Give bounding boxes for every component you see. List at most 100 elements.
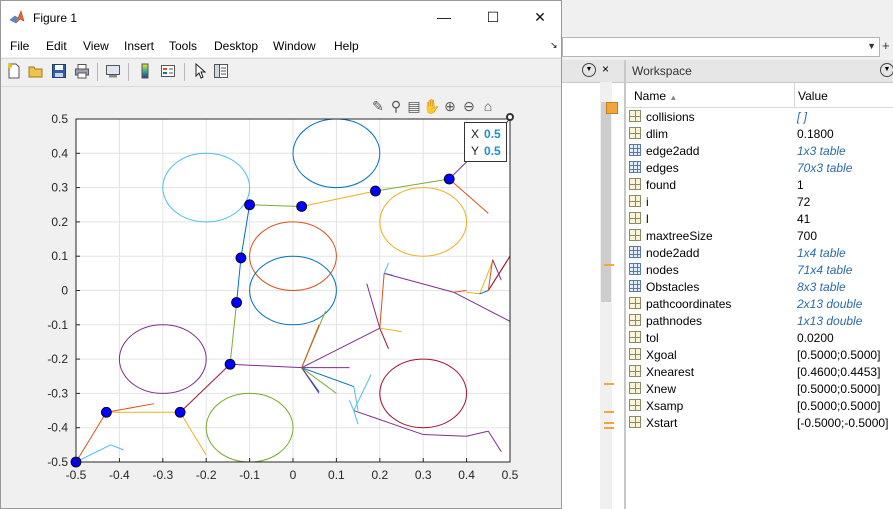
x-tick-label: 0.4 bbox=[458, 468, 475, 482]
pointer-icon[interactable] bbox=[192, 63, 208, 79]
home-icon[interactable]: ⌂ bbox=[479, 97, 497, 115]
workspace-row[interactable]: tol 0.0200 bbox=[626, 329, 893, 346]
workspace-row[interactable]: node2add 1x4 table bbox=[626, 244, 893, 261]
y-tick-label: -0.1 bbox=[47, 318, 68, 332]
workspace-row[interactable]: Xnew [0.5000;0.5000] bbox=[626, 380, 893, 397]
plus-icon[interactable]: + bbox=[882, 38, 890, 53]
warning-marker[interactable] bbox=[604, 411, 614, 413]
current-folder-dropdown[interactable]: ▼ bbox=[562, 37, 880, 57]
datatip-y-label: Y bbox=[471, 144, 480, 158]
column-name-label: Name bbox=[634, 89, 667, 103]
column-divider[interactable] bbox=[794, 83, 795, 107]
table-icon bbox=[629, 161, 641, 173]
path-node bbox=[231, 297, 242, 308]
variable-name: Xnew bbox=[646, 382, 677, 396]
workspace-row[interactable]: edge2add 1x3 table bbox=[626, 142, 893, 159]
pan-icon[interactable]: ✋ bbox=[423, 97, 441, 115]
menu-view[interactable]: View bbox=[83, 39, 109, 53]
variable-name: Xsamp bbox=[646, 399, 684, 413]
new-figure-icon[interactable] bbox=[6, 63, 22, 79]
x-tick-label: 0 bbox=[290, 468, 297, 482]
close-button[interactable]: ✕ bbox=[525, 7, 555, 27]
print-icon[interactable] bbox=[74, 63, 90, 79]
scrollbar-thumb[interactable] bbox=[601, 102, 611, 302]
workspace-row[interactable]: edges 70x3 table bbox=[626, 159, 893, 176]
workspace-row[interactable]: Xgoal [0.5000;0.5000] bbox=[626, 346, 893, 363]
workspace-row[interactable]: l 41 bbox=[626, 210, 893, 227]
column-header-value[interactable]: Value bbox=[798, 89, 828, 103]
rotate-icon[interactable]: ▤ bbox=[405, 97, 423, 115]
workspace-row[interactable]: Xstart [-0.5000;-0.5000] bbox=[626, 414, 893, 431]
menu-edit[interactable]: Edit bbox=[46, 39, 67, 53]
legend-icon[interactable] bbox=[160, 63, 176, 79]
menu-help[interactable]: Help bbox=[334, 39, 359, 53]
warning-marker[interactable] bbox=[604, 383, 614, 385]
editor-pane: ▼ × bbox=[562, 60, 625, 509]
warning-indicator-icon bbox=[606, 102, 618, 114]
menu-tools[interactable]: Tools bbox=[169, 39, 197, 53]
matlab-logo-icon bbox=[9, 10, 25, 24]
property-inspector-icon[interactable] bbox=[213, 63, 229, 79]
variable-name: nodes bbox=[646, 263, 679, 277]
variable-name: Xgoal bbox=[646, 348, 677, 362]
workspace-row[interactable]: maxtreeSize 700 bbox=[626, 227, 893, 244]
workspace-row[interactable]: found 1 bbox=[626, 176, 893, 193]
workspace-row[interactable]: Xsamp [0.5000;0.5000] bbox=[626, 397, 893, 414]
matrix-icon bbox=[629, 212, 641, 224]
menu-desktop[interactable]: Desktop bbox=[214, 39, 258, 53]
workspace-variable-list: collisions [ ] dlim 0.1800 edge2add 1x3 table… bbox=[626, 108, 893, 431]
zoom-in-icon[interactable]: ⊕ bbox=[441, 97, 459, 115]
datatip-x-value: 0.5 bbox=[484, 127, 501, 141]
title-bar: Figure 1 — ☐ ✕ bbox=[1, 1, 561, 34]
menu-file[interactable]: File bbox=[10, 39, 29, 53]
warning-marker[interactable] bbox=[604, 427, 614, 429]
desktop-toolstrip bbox=[562, 0, 893, 35]
zoom-out-icon[interactable]: ⊖ bbox=[460, 97, 478, 115]
variable-value: [-0.5000;-0.5000] bbox=[797, 416, 889, 430]
datatip[interactable]: X 0.5 Y 0.5 bbox=[464, 122, 507, 162]
workspace-row[interactable]: dlim 0.1800 bbox=[626, 125, 893, 142]
link-icon[interactable] bbox=[105, 63, 121, 79]
warning-marker[interactable] bbox=[604, 264, 614, 266]
toolbar-separator bbox=[97, 63, 98, 81]
matrix-icon bbox=[629, 382, 641, 394]
x-tick-label: -0.3 bbox=[152, 468, 173, 482]
data-tips-icon[interactable]: ⚲ bbox=[387, 97, 405, 115]
variable-value: 1x3 table bbox=[797, 144, 846, 158]
workspace-row[interactable]: pathcoordinates 2x13 double bbox=[626, 295, 893, 312]
workspace-row[interactable]: nodes 71x4 table bbox=[626, 261, 893, 278]
workspace-row[interactable]: collisions [ ] bbox=[626, 108, 893, 125]
variable-value: [0.4600;0.4453] bbox=[797, 365, 881, 379]
variable-name: dlim bbox=[646, 127, 669, 141]
colorbar-icon[interactable] bbox=[137, 63, 153, 79]
matrix-icon bbox=[629, 229, 641, 241]
maximize-button[interactable]: ☐ bbox=[478, 7, 508, 27]
dock-icon[interactable]: ↘ bbox=[550, 40, 558, 51]
minimize-button[interactable]: — bbox=[429, 7, 459, 27]
workspace-row[interactable]: i 72 bbox=[626, 193, 893, 210]
open-icon[interactable] bbox=[28, 63, 44, 79]
y-tick-label: -0.5 bbox=[47, 455, 68, 469]
warning-marker[interactable] bbox=[604, 422, 614, 424]
chevron-down-icon[interactable]: ▼ bbox=[867, 41, 876, 51]
workspace-row[interactable]: Xnearest [0.4600;0.4453] bbox=[626, 363, 893, 380]
editor-scrollbar[interactable] bbox=[600, 82, 612, 509]
x-tick-label: 0.2 bbox=[371, 468, 388, 482]
save-icon[interactable] bbox=[51, 63, 67, 79]
workspace-row[interactable]: pathnodes 1x13 double bbox=[626, 312, 893, 329]
brush-icon[interactable]: ✎ bbox=[369, 97, 387, 115]
variable-name: edges bbox=[646, 161, 679, 175]
workspace-row[interactable]: Obstacles 8x3 table bbox=[626, 278, 893, 295]
path-node bbox=[244, 199, 256, 211]
variable-name: node2add bbox=[646, 246, 700, 260]
column-header-name[interactable]: Name ▲ bbox=[634, 89, 677, 103]
close-icon[interactable]: × bbox=[602, 62, 609, 76]
panel-menu-icon[interactable]: ▼ bbox=[582, 63, 596, 77]
menu-insert[interactable]: Insert bbox=[124, 39, 154, 53]
menu-window[interactable]: Window bbox=[273, 39, 316, 53]
table-icon bbox=[629, 280, 641, 292]
panel-menu-icon[interactable]: ▼ bbox=[880, 63, 893, 77]
path-node bbox=[224, 358, 236, 370]
table-icon bbox=[629, 263, 641, 275]
datatip-handle[interactable] bbox=[506, 113, 514, 121]
